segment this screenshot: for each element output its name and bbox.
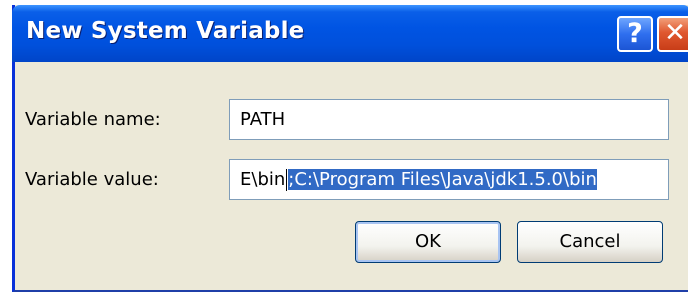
variable-name-input[interactable]: PATH xyxy=(229,99,669,140)
variable-name-text: PATH xyxy=(240,109,286,130)
ok-button[interactable]: OK xyxy=(355,221,501,263)
cancel-button-label: Cancel xyxy=(559,231,621,252)
close-icon: ✕ xyxy=(664,18,686,48)
variable-value-label: Variable value: xyxy=(25,169,159,190)
help-button[interactable]: ? xyxy=(617,16,653,52)
variable-value-input[interactable]: E\bin ;C:\Program Files\Java\jdk1.5.0\bin xyxy=(229,159,669,200)
variable-name-label: Variable name: xyxy=(25,109,161,130)
title-bar[interactable]: New System Variable ? ✕ xyxy=(12,5,688,62)
variable-value-unselected-text: E\bin xyxy=(240,169,286,190)
close-button[interactable]: ✕ xyxy=(657,16,688,52)
help-icon: ? xyxy=(627,18,643,49)
ok-button-label: OK xyxy=(415,231,441,252)
cancel-button[interactable]: Cancel xyxy=(517,221,663,263)
dialog-title: New System Variable xyxy=(26,18,305,44)
variable-value-selected-text: ;C:\Program Files\Java\jdk1.5.0\bin xyxy=(288,169,597,190)
